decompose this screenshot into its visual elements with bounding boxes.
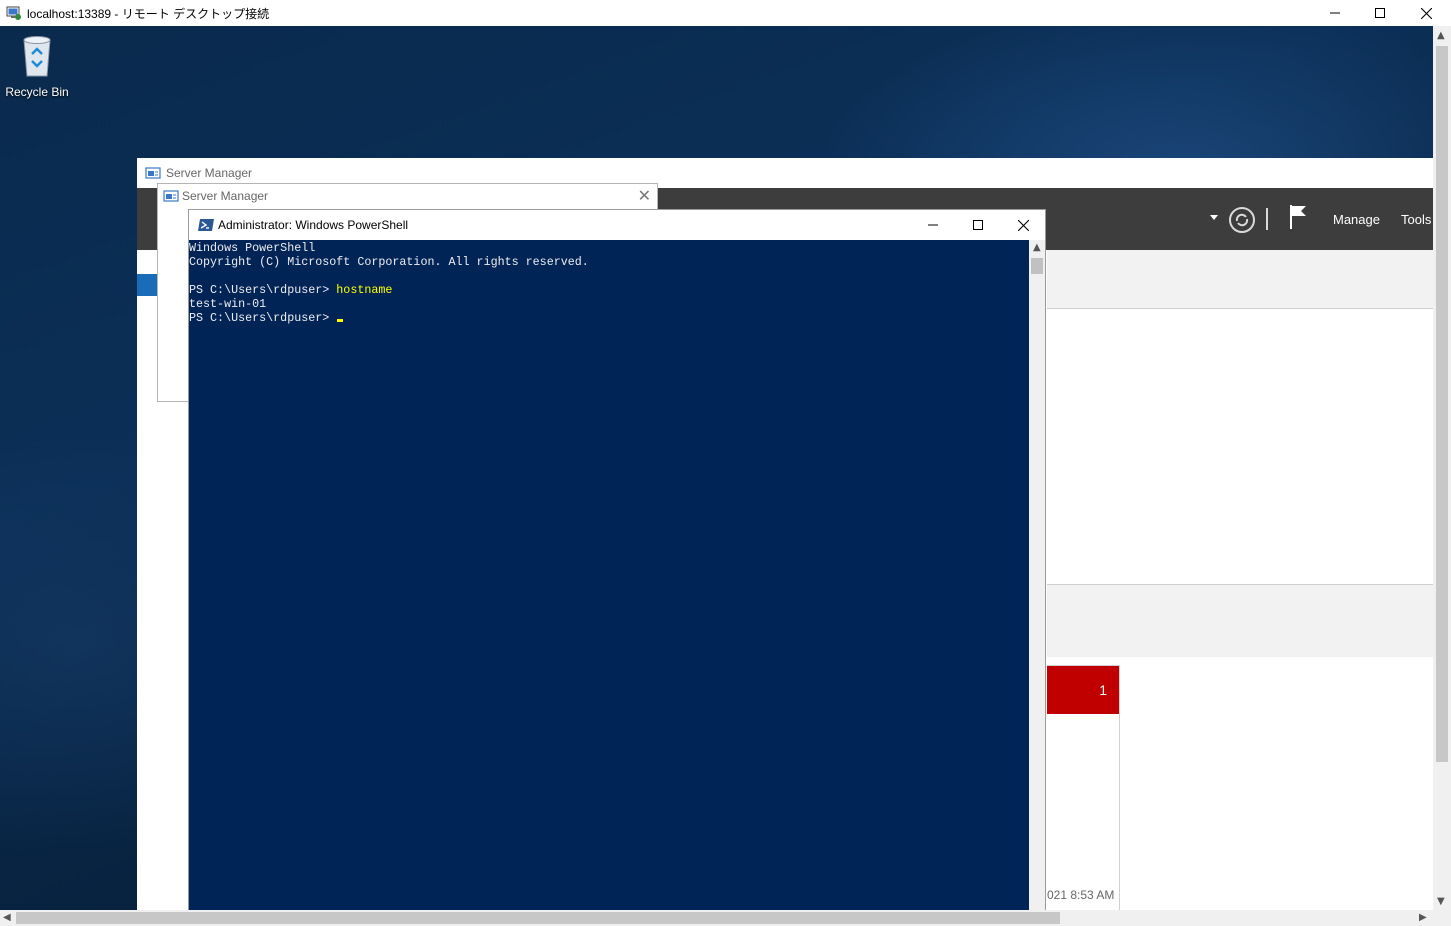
server-manager-title: Server Manager xyxy=(166,166,253,180)
tools-menu[interactable]: Tools xyxy=(1401,212,1431,227)
scroll-up-arrow-icon[interactable]: ▲ xyxy=(1437,30,1445,41)
remote-desktop: Recycle Bin Server Manager Manage Tools … xyxy=(0,26,1433,910)
powershell-titlebar[interactable]: Administrator: Windows PowerShell xyxy=(189,210,1045,240)
notifications-flag-icon[interactable] xyxy=(1289,203,1309,231)
console-prompt: PS C:\Users\rdpuser> xyxy=(189,311,337,325)
manage-menu[interactable]: Manage xyxy=(1333,212,1380,227)
ps-minimize-button[interactable] xyxy=(910,210,956,240)
server-group-tile[interactable]: 1 021 8:53 AM xyxy=(1047,665,1120,910)
close-icon xyxy=(1017,219,1029,231)
console-line: PS C:\Users\rdpuser> hostname xyxy=(189,283,1029,297)
recycle-bin-label: Recycle Bin xyxy=(5,85,69,99)
refresh-icon[interactable] xyxy=(1228,206,1256,234)
minimize-icon xyxy=(928,224,938,226)
tile-timestamp: 021 8:53 AM xyxy=(1047,888,1115,902)
console-line: Windows PowerShell xyxy=(189,241,316,255)
console-line: Copyright (C) Microsoft Corporation. All… xyxy=(189,255,589,269)
console-line: test-win-01 xyxy=(189,297,267,311)
rdp-window-title: localhost:13389 - リモート デスクトップ接続 xyxy=(27,7,270,21)
maximize-icon xyxy=(1375,8,1385,18)
vertical-scroll-thumb[interactable] xyxy=(1436,46,1448,762)
scroll-down-arrow-icon[interactable]: ▼ xyxy=(1437,896,1445,907)
rdp-vertical-scrollbar[interactable]: ▲ ▼ xyxy=(1433,26,1451,910)
powershell-window: Administrator: Windows PowerShell Window… xyxy=(188,209,1046,910)
ps-maximize-button[interactable] xyxy=(955,210,1001,240)
sidebar-selected-item[interactable] xyxy=(137,274,157,296)
text-cursor xyxy=(337,319,344,322)
scrollbar-thumb[interactable] xyxy=(1031,258,1043,274)
console-line: PS C:\Users\rdpuser> xyxy=(189,311,1029,325)
welcome-panel xyxy=(1047,250,1433,309)
powershell-icon xyxy=(198,219,214,231)
powershell-scrollbar[interactable]: ▲ xyxy=(1029,240,1045,910)
scroll-left-arrow-icon[interactable]: ◀ xyxy=(3,912,11,923)
close-icon xyxy=(1420,7,1432,19)
header-divider xyxy=(1266,208,1268,230)
console-prompt: PS C:\Users\rdpuser> xyxy=(189,283,337,297)
console-command: hostname xyxy=(336,283,393,297)
dialog-close-icon[interactable]: ✕ xyxy=(638,186,651,206)
recycle-bin-shortcut[interactable]: Recycle Bin xyxy=(4,34,70,99)
roles-panel xyxy=(1047,584,1433,657)
ps-close-button[interactable] xyxy=(1000,210,1046,240)
dropdown-arrow-icon[interactable] xyxy=(1210,215,1218,221)
rdp-close-button[interactable] xyxy=(1403,0,1449,26)
alert-count-bar: 1 xyxy=(1047,666,1119,714)
server-manager-icon xyxy=(163,190,179,202)
rdp-maximize-button[interactable] xyxy=(1357,0,1403,26)
server-manager-dialog-title: Server Manager xyxy=(182,189,269,203)
remote-desktop-icon xyxy=(6,6,21,20)
scroll-up-arrow-icon[interactable]: ▲ xyxy=(1033,242,1041,253)
recycle-bin-icon xyxy=(23,36,51,77)
scroll-right-arrow-icon[interactable]: ▶ xyxy=(1419,912,1427,923)
alert-count: 1 xyxy=(1099,682,1107,698)
horizontal-scroll-thumb[interactable] xyxy=(16,912,1060,924)
rdp-horizontal-scrollbar[interactable]: ◀ ▶ xyxy=(0,910,1451,926)
server-manager-icon xyxy=(145,167,161,179)
maximize-icon xyxy=(973,220,983,230)
minimize-icon xyxy=(1330,12,1340,14)
rdp-titlebar: localhost:13389 - リモート デスクトップ接続 xyxy=(0,0,1451,26)
powershell-title: Administrator: Windows PowerShell xyxy=(218,218,409,232)
powershell-console[interactable]: Windows PowerShell Copyright (C) Microsof… xyxy=(189,240,1029,910)
rdp-minimize-button[interactable] xyxy=(1312,0,1358,26)
